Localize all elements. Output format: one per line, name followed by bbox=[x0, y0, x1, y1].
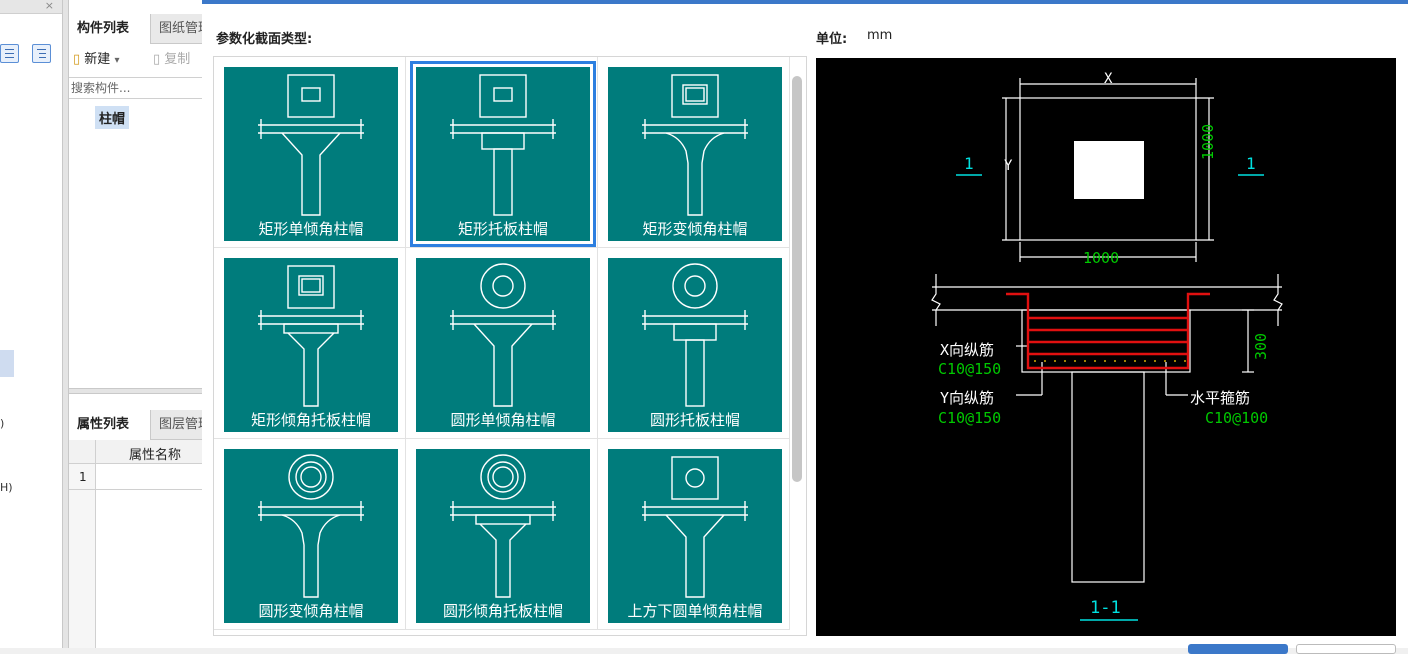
section-preview: X Y 1000 1000 1 1 1-1 X向纵筋 C10@150 Y向纵筋 … bbox=[816, 58, 1396, 636]
thickness-value: 300 bbox=[1252, 332, 1270, 360]
section-type-label: 矩形单倾角柱帽 bbox=[258, 220, 364, 238]
property-name-header: 属性名称 bbox=[129, 448, 182, 463]
chevron-down-icon[interactable]: ▾ bbox=[114, 55, 119, 66]
section-type-label: 矩形变倾角柱帽 bbox=[642, 220, 748, 238]
copy-button[interactable]: ▯ 复制 bbox=[153, 48, 190, 67]
left-side-panel: × ) H) bbox=[0, 0, 63, 648]
component-search bbox=[69, 77, 203, 99]
section-type-item[interactable]: 矩形单倾角柱帽 bbox=[214, 57, 406, 248]
cancel-button[interactable] bbox=[1296, 644, 1396, 654]
new-button[interactable]: ▯ 新建 ▾ bbox=[73, 48, 119, 67]
column-divider bbox=[95, 440, 96, 648]
column-cap-icon bbox=[258, 454, 364, 598]
dimension-width-value: 1000 bbox=[1083, 249, 1120, 267]
parametric-section-dialog: 参数化截面类型: 单位: mm 矩形单倾角柱帽 矩形托板柱帽 矩形变倾角柱帽矩形倾角… bbox=[202, 0, 1408, 654]
dimension-y-label: Y bbox=[1004, 158, 1013, 174]
section-type-label: 参数化截面类型: bbox=[216, 32, 313, 47]
section-type-thumbnail[interactable]: 圆形倾角托板柱帽 bbox=[416, 449, 590, 623]
section-type-thumbnail[interactable]: 矩形倾角托板柱帽 bbox=[224, 258, 398, 432]
new-label: 新建 bbox=[84, 52, 111, 67]
selected-row-strip[interactable] bbox=[0, 350, 14, 377]
tab-layer-management[interactable]: 图层管理 bbox=[151, 410, 203, 440]
search-input[interactable] bbox=[69, 78, 199, 98]
row-number: 1 bbox=[79, 470, 87, 484]
property-tabs: 属性列表 图层管理 bbox=[69, 410, 203, 440]
section-type-thumbnail[interactable]: 矩形托板柱帽 bbox=[410, 61, 596, 247]
tab-component-list[interactable]: 构件列表 bbox=[69, 14, 151, 44]
section-type-item[interactable]: 圆形托板柱帽 bbox=[598, 248, 790, 439]
section-type-thumbnail[interactable]: 上方下圆单倾角柱帽 bbox=[608, 449, 782, 623]
y-rebar-value: C10@150 bbox=[938, 409, 1002, 427]
tab-drawing-management[interactable]: 图纸管理 bbox=[151, 14, 203, 44]
section-type-thumbnail[interactable]: 圆形单倾角柱帽 bbox=[416, 258, 590, 432]
section-type-item[interactable]: 圆形倾角托板柱帽 bbox=[406, 439, 598, 630]
tree-item-column-cap[interactable]: 柱帽 bbox=[95, 106, 130, 129]
component-tabs: 构件列表 图纸管理 bbox=[69, 14, 203, 44]
new-icon: ▯ bbox=[73, 52, 81, 67]
section-type-item[interactable]: 矩形倾角托板柱帽 bbox=[214, 248, 406, 439]
column-cap-icon bbox=[642, 74, 748, 216]
section-type-item[interactable]: 圆形变倾角柱帽 bbox=[214, 439, 406, 630]
section-type-item[interactable]: 上方下圆单倾角柱帽 bbox=[598, 439, 790, 630]
tab-property-list[interactable]: 属性列表 bbox=[69, 410, 151, 440]
dialog-title-bar bbox=[202, 0, 1408, 4]
column-cap-icon bbox=[258, 74, 364, 216]
truncated-text: H) bbox=[0, 481, 13, 494]
section-type-thumbnail[interactable]: 圆形变倾角柱帽 bbox=[224, 449, 398, 623]
unit-value: mm bbox=[867, 28, 893, 43]
section-type-label: 圆形变倾角柱帽 bbox=[258, 602, 364, 620]
copy-icon: ▯ bbox=[153, 52, 161, 67]
detail-view-icon[interactable] bbox=[32, 44, 51, 63]
x-rebar-label: X向纵筋 bbox=[940, 341, 995, 359]
section-type-thumbnail[interactable]: 矩形单倾角柱帽 bbox=[224, 67, 398, 241]
property-table-header: 属性名称 bbox=[69, 440, 203, 464]
stirrup-label: 水平箍筋 bbox=[1190, 389, 1251, 407]
column-cap-icon bbox=[642, 263, 748, 407]
section-type-label: 圆形单倾角柱帽 bbox=[450, 411, 556, 429]
column-cap-icon bbox=[450, 74, 556, 216]
component-panel: 构件列表 图纸管理 ▯ 新建 ▾ ▯ 复制 柱帽 属性列表 图层管理 属性名称 … bbox=[68, 0, 203, 648]
section-type-label: 矩形倾角托板柱帽 bbox=[250, 411, 371, 429]
section-mark-left: 1 bbox=[964, 154, 974, 173]
column-section-square bbox=[1074, 141, 1144, 199]
panel-divider[interactable] bbox=[69, 388, 203, 394]
dimension-x-label: X bbox=[1104, 71, 1113, 87]
column-cap-icon bbox=[258, 265, 364, 407]
section-type-label: 上方下圆单倾角柱帽 bbox=[627, 602, 763, 620]
section-type-thumbnail[interactable]: 矩形变倾角柱帽 bbox=[608, 67, 782, 241]
copy-label: 复制 bbox=[164, 52, 191, 67]
section-type-item[interactable]: 矩形变倾角柱帽 bbox=[598, 57, 790, 248]
column-cap-icon bbox=[450, 454, 556, 598]
x-rebar-value: C10@150 bbox=[938, 360, 1002, 378]
close-icon[interactable]: × bbox=[45, 0, 54, 12]
dimension-height-value: 1000 bbox=[1199, 123, 1217, 160]
stirrup-value: C10@100 bbox=[1205, 409, 1269, 427]
section-title: 1-1 bbox=[1090, 598, 1121, 618]
section-type-label: 圆形托板柱帽 bbox=[649, 411, 740, 429]
ok-button[interactable] bbox=[1188, 644, 1288, 654]
list-view-icon[interactable] bbox=[0, 44, 19, 63]
table-row[interactable]: 1 bbox=[69, 466, 203, 490]
gallery-scrollbar[interactable] bbox=[792, 76, 802, 482]
section-type-item[interactable]: 矩形托板柱帽 bbox=[406, 57, 598, 248]
unit-label: 单位: bbox=[816, 32, 848, 47]
y-rebar-label: Y向纵筋 bbox=[940, 389, 995, 407]
truncated-text: ) bbox=[0, 417, 5, 430]
section-mark-right: 1 bbox=[1246, 154, 1256, 173]
preview-drawing bbox=[931, 78, 1283, 621]
column-cap-icon bbox=[642, 456, 748, 598]
component-toolbar: ▯ 新建 ▾ ▯ 复制 bbox=[69, 42, 203, 74]
section-type-gallery: 矩形单倾角柱帽 矩形托板柱帽 矩形变倾角柱帽矩形倾角托板柱帽 圆形单倾角柱帽 圆形托板柱… bbox=[213, 56, 807, 636]
section-type-label: 矩形托板柱帽 bbox=[457, 220, 548, 238]
column-cap-icon bbox=[450, 263, 556, 407]
section-type-thumbnail[interactable]: 圆形托板柱帽 bbox=[608, 258, 782, 432]
section-type-item[interactable]: 圆形单倾角柱帽 bbox=[406, 248, 598, 439]
section-type-label: 圆形倾角托板柱帽 bbox=[442, 602, 563, 620]
